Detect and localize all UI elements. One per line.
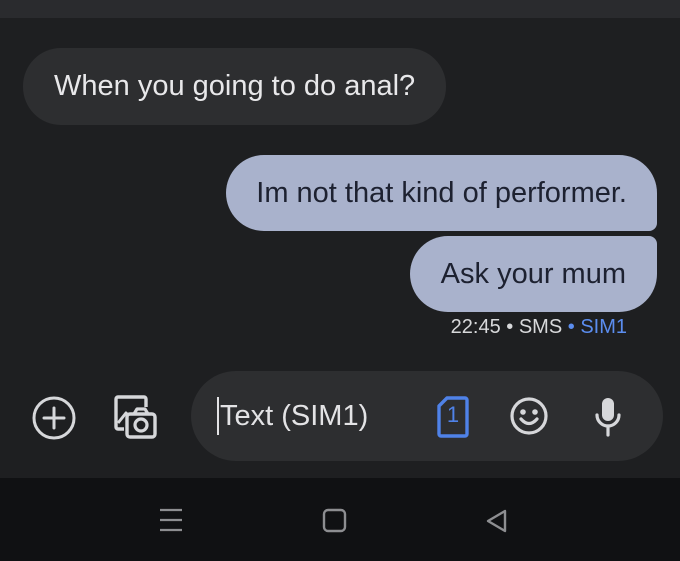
back-button[interactable] xyxy=(482,506,512,536)
outgoing-message-bubble[interactable]: Im not that kind of performer. xyxy=(226,155,657,231)
back-icon xyxy=(486,509,507,533)
message-input-placeholder: Text (SIM1) xyxy=(220,399,369,432)
add-attachment-button[interactable] xyxy=(31,395,77,441)
message-status: 22:45 • SMS • SIM1 xyxy=(451,316,627,339)
sim-select-label: 1 xyxy=(446,402,460,427)
outgoing-message-bubble[interactable]: Ask your mum xyxy=(409,236,657,312)
recent-apps-button[interactable] xyxy=(156,505,186,535)
message-channel: SMS xyxy=(518,316,563,338)
system-navigation-bar xyxy=(0,478,680,561)
meta-separator: • xyxy=(562,316,581,338)
emoji-button[interactable] xyxy=(509,396,549,436)
message-text: Im not that kind of performer. xyxy=(256,176,627,209)
text-cursor xyxy=(217,397,219,435)
meta-separator: • xyxy=(500,316,519,338)
emoji-icon xyxy=(510,397,548,435)
gallery-camera-button[interactable] xyxy=(108,393,160,443)
incoming-message-bubble[interactable]: When you going to do anal? xyxy=(23,48,447,125)
microphone-icon xyxy=(595,398,621,437)
sim-select-button[interactable]: 1 xyxy=(435,394,471,438)
add-icon xyxy=(32,396,76,440)
message-input[interactable]: Text (SIM1) xyxy=(217,397,417,435)
home-button[interactable] xyxy=(320,506,350,536)
message-text: When you going to do anal? xyxy=(54,70,416,102)
home-icon xyxy=(322,508,347,533)
message-time: 22:45 xyxy=(450,316,501,338)
recent-apps-icon xyxy=(160,508,182,532)
message-text: Ask your mum xyxy=(440,257,626,290)
gallery-camera-icon xyxy=(114,395,157,439)
top-status-strip xyxy=(0,0,680,18)
voice-input-button[interactable] xyxy=(593,395,623,439)
message-sim: SIM1 xyxy=(580,316,627,338)
message-composer[interactable]: Text (SIM1) 1 xyxy=(191,371,663,461)
